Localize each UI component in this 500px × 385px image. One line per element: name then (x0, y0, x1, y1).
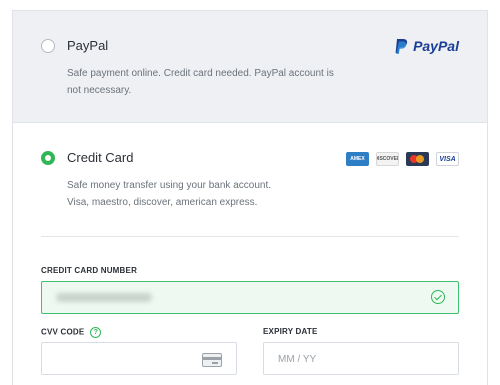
credit-card-description-line1: Safe money transfer using your bank acco… (67, 180, 272, 191)
card-number-input[interactable] (41, 281, 459, 314)
amex-card-icon: AMEX (346, 152, 369, 166)
payment-method-panel: PayPal Safe payment online. Credit card … (12, 10, 488, 385)
paypal-radio[interactable] (41, 39, 55, 53)
masked-card-number (56, 293, 152, 302)
card-number-label: CREDIT CARD NUMBER (41, 266, 138, 275)
paypal-description-line2: not necessary. (67, 85, 132, 96)
mastercard-card-icon (406, 152, 429, 166)
credit-card-description-line2: Visa, maestro, discover, american expres… (67, 197, 258, 208)
expiry-label: EXPIRY DATE (263, 327, 318, 336)
card-logos: AMEX DISCOVER VISA (346, 152, 459, 166)
cvv-input[interactable] (41, 342, 237, 375)
help-icon[interactable]: ? (90, 327, 102, 338)
valid-check-icon (431, 290, 445, 304)
cvv-label: CVV CODE (41, 327, 85, 337)
paypal-p-icon (395, 38, 408, 54)
cvv-label-group: CVV CODE? (41, 327, 102, 338)
paypal-option[interactable]: PayPal Safe payment online. Credit card … (13, 11, 487, 123)
paypal-logo-text: PayPal (413, 38, 459, 54)
expiry-placeholder: MM / YY (278, 354, 317, 365)
credit-card-title: Credit Card (67, 150, 134, 165)
paypal-description-line1: Safe payment online. Credit card needed.… (67, 68, 334, 79)
cvv-card-icon (202, 353, 222, 367)
paypal-logo: PayPal (394, 37, 459, 55)
section-divider (41, 236, 459, 237)
visa-card-icon: VISA (436, 152, 459, 166)
paypal-title: PayPal (67, 38, 109, 53)
credit-card-radio[interactable] (41, 151, 55, 165)
discover-card-icon: DISCOVER (376, 152, 399, 166)
expiry-input[interactable]: MM / YY (263, 342, 459, 375)
